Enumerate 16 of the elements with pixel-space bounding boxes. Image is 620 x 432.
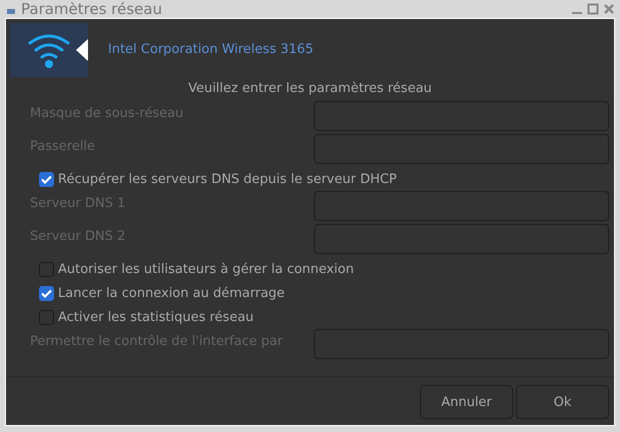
ok-button[interactable]: Ok bbox=[516, 385, 609, 419]
checkbox-label[interactable]: Autoriser les utilisateurs à gérer la connexion bbox=[58, 262, 354, 276]
window-title: Paramètres réseau bbox=[21, 1, 164, 17]
checkbox-label[interactable]: Lancer la connexion au démarrage bbox=[58, 286, 285, 300]
cancel-button[interactable]: Annuler bbox=[420, 385, 513, 419]
checkbox[interactable] bbox=[39, 310, 54, 324]
checkbox-label[interactable]: Récupérer les serveurs DNS depuis le serveur DHCP bbox=[58, 172, 397, 186]
device-name: Intel Corporation Wireless 3165 bbox=[108, 42, 314, 57]
checkbox[interactable] bbox=[39, 172, 54, 186]
instructions-text: Veuillez entrer les paramètres réseau bbox=[187, 81, 433, 98]
close-icon[interactable] bbox=[603, 3, 615, 15]
maximize-icon[interactable] bbox=[587, 3, 599, 15]
checkbox-label[interactable]: Activer les statistiques réseau bbox=[58, 310, 254, 324]
checkbox[interactable] bbox=[39, 262, 54, 276]
checkbox[interactable] bbox=[39, 286, 54, 300]
wifi-icon bbox=[10, 22, 88, 76]
